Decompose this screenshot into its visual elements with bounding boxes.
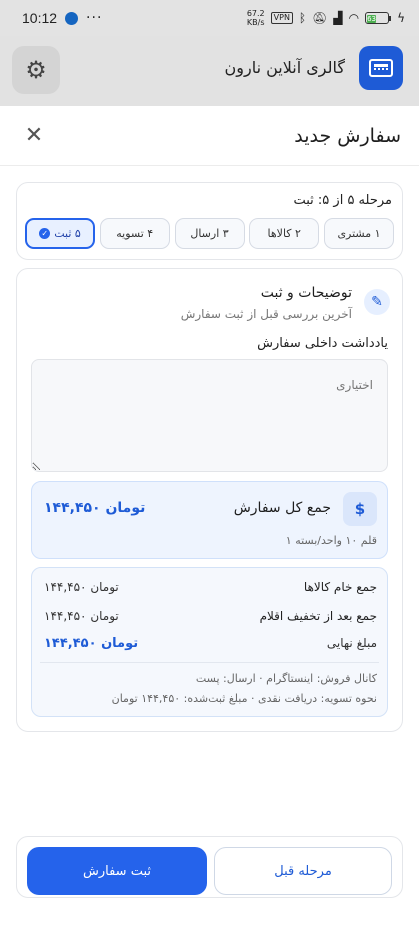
step-items[interactable]: ۲ کالاها [249,218,320,249]
gear-icon: ⚙ [25,56,47,84]
internal-note-input[interactable] [31,359,388,472]
step-label: ۴ تسویه [116,227,154,240]
summary-label: جمع خام کالاها [303,580,377,594]
notification-icon [65,11,79,25]
battery-icon: 63 [365,12,392,24]
footer-actions: مرحله قبل ثبت سفارش [16,836,403,898]
charging-icon: ϟ [397,11,405,25]
final-amount-label: مبلغ نهایی [326,636,377,650]
more-notifications-icon: ··· [86,10,103,26]
divider [40,662,379,663]
sheet-title: سفارش جدید [294,124,401,147]
status-right: 67.2 KB/s VPN ᛒ 🔕︎ ▟ ◠ 63 ϟ [247,9,405,27]
status-time: 10:12 [22,10,58,26]
sheet-header: ✕ سفارش جدید [0,106,419,166]
settings-button[interactable]: ⚙ [12,46,60,94]
summary-row-final: ۱۴۴,۴۵۰ تومان مبلغ نهایی [44,636,377,654]
network-speed-value: 67.2 [246,9,265,18]
submit-order-button[interactable]: ثبت سفارش [27,847,207,895]
mute-icon: 🔕︎ [312,11,328,25]
new-order-sheet: ✕ سفارش جدید مرحله ۵ از ۵: ثبت ۱ مشتری ۲… [0,106,419,934]
previous-step-button[interactable]: مرحله قبل [214,847,392,895]
pencil-icon: ✎ [364,289,390,315]
status-left: 10:12 ··· [22,10,102,26]
note-label: یادداشت داخلی سفارش [257,336,388,351]
vpn-icon: VPN [270,12,293,24]
app-bar: ⚙ گالری آنلاین نارون [0,36,419,106]
step-indicator: مرحله ۵ از ۵: ثبت [293,193,392,208]
step-shipping[interactable]: ۳ ارسال [174,218,245,249]
summary-value: ۱۴۴,۴۵۰ تومان [44,609,119,623]
step-submit[interactable]: ۵ ثبت ✓ [25,218,95,249]
total-label: جمع کل سفارش [233,500,331,516]
stepper: مرحله ۵ از ۵: ثبت ۱ مشتری ۲ کالاها ۳ ارس… [16,182,403,260]
order-meta-settlement: نحوه تسویه: دریافت نقدی · مبلغ ثبت‌شده: … [111,692,377,705]
check-icon: ✓ [39,228,51,239]
step-settlement[interactable]: ۴ تسویه [99,218,170,249]
wifi-icon: ◠ [348,11,360,25]
register-icon [369,59,393,77]
summary-value: ۱۴۴,۴۵۰ تومان [44,580,119,594]
order-summary: ۱۴۴,۴۵۰ تومان جمع خام کالاها ۱۴۴,۴۵۰ توم… [31,567,388,717]
battery-level: 63 [367,15,376,23]
notes-and-submit-card: ✎ توضیحات و ثبت آخرین بررسی قبل از ثبت س… [16,268,403,732]
step-label: ۳ ارسال [190,227,229,240]
step-customer[interactable]: ۱ مشتری [324,218,394,249]
section-title: توضیحات و ثبت [260,285,352,301]
step-label: ۵ ثبت [54,227,81,240]
summary-label: جمع بعد از تخفیف اقلام [259,609,377,623]
order-total-card: $ جمع کل سفارش ۱۴۴,۴۵۰ تومان ۱ قلم ۱۰ وا… [31,481,388,559]
dollar-icon: $ [343,492,377,526]
total-value: ۱۴۴,۴۵۰ تومان [44,500,146,516]
app-title: گالری آنلاین نارون [224,58,346,77]
close-icon[interactable]: ✕ [22,123,46,148]
total-quantity: ۱ قلم ۱۰ واحد/بسته [285,534,377,547]
network-speed-unit: KB/s [246,18,265,27]
summary-row: ۱۴۴,۴۵۰ تومان جمع خام کالاها [44,580,377,598]
step-list: ۱ مشتری ۲ کالاها ۳ ارسال ۴ تسویه ۵ ثبت ✓ [25,218,394,249]
step-label: ۱ مشتری [337,227,381,240]
order-meta-channel: کانال فروش: اینستاگرام · ارسال: پست [195,672,377,685]
section-subtitle: آخرین بررسی قبل از ثبت سفارش [180,307,352,321]
final-amount-value: ۱۴۴,۴۵۰ تومان [44,636,139,651]
step-label: ۲ کالاها [267,227,301,240]
network-speed: 67.2 KB/s [247,9,265,27]
status-bar: 10:12 ··· 67.2 KB/s VPN ᛒ 🔕︎ ▟ ◠ 63 ϟ [0,0,419,36]
bluetooth-icon: ᛒ [298,11,307,25]
summary-row: ۱۴۴,۴۵۰ تومان جمع بعد از تخفیف اقلام [44,609,377,627]
signal-icon: ▟ [333,11,343,25]
app-logo [359,46,403,90]
